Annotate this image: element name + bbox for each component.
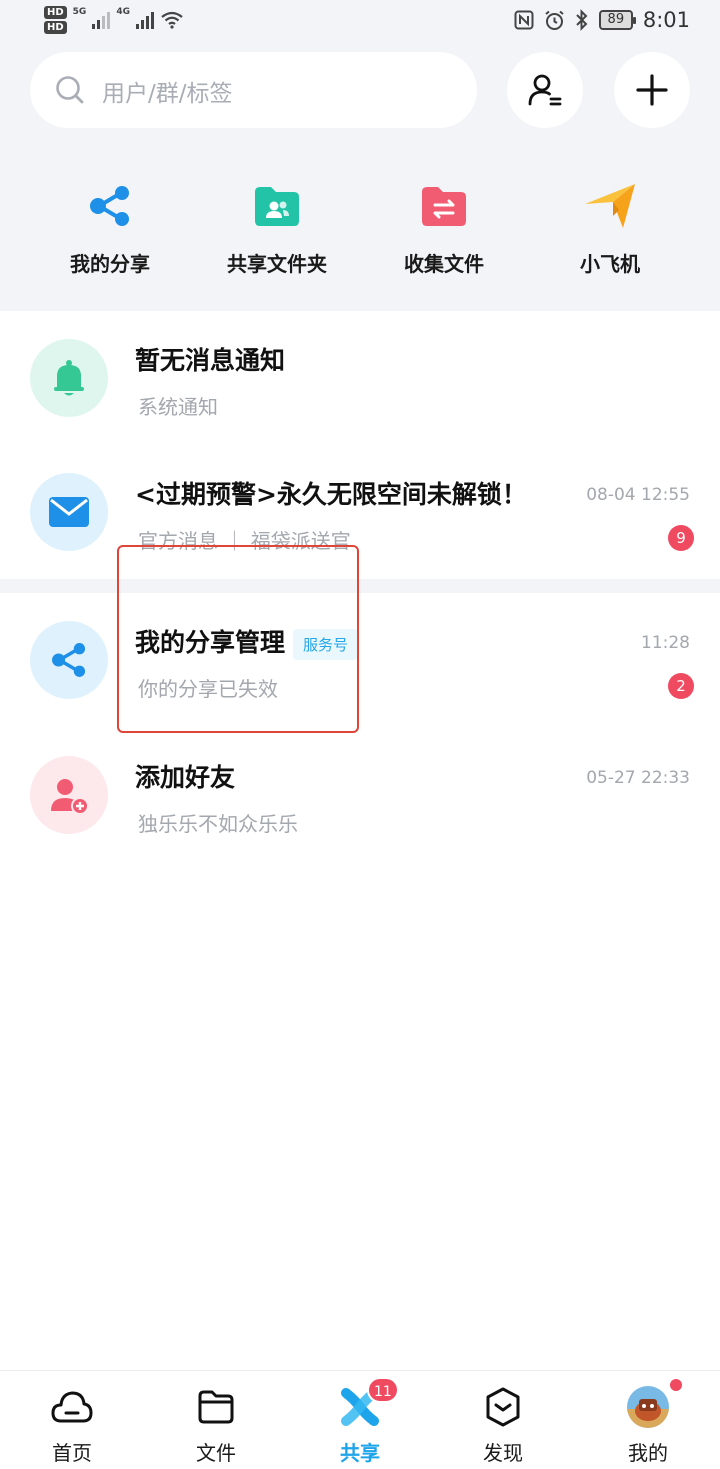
bluetooth-icon [576,9,588,31]
quick-action-paper-plane[interactable]: 小飞机 [525,176,695,277]
quick-action-label: 我的分享 [70,252,150,276]
message-title: <过期预警>永久无限空间未解锁！ [135,480,527,509]
wifi-icon [161,11,183,29]
message-subtitle: 独乐乐不如众乐乐 [138,812,298,836]
bottom-nav: 首页 文件 11 共享 发现 我的 [0,1370,720,1469]
nav-label: 首页 [52,1441,92,1465]
contacts-icon [528,74,562,106]
alarm-icon [545,10,564,30]
nav-label: 文件 [196,1441,236,1465]
message-item-share-management[interactable]: 我的分享管理 服务号 你的分享已失效 11:28 2 [0,621,720,751]
message-time: 08-04 12:55 [586,485,690,505]
nav-item-me[interactable]: 我的 [588,1379,708,1466]
add-friend-icon [51,779,89,815]
network-4g-label: 4G [116,7,130,17]
nav-label: 我的 [628,1441,668,1465]
search-input[interactable]: 用户/群/标签 [30,52,477,128]
quick-action-collect-files[interactable]: 收集文件 [359,176,529,277]
search-icon [56,76,84,104]
nav-badge: 11 [367,1377,399,1403]
cloud-icon [51,1391,93,1423]
collect-folder-icon [422,187,466,226]
avatar [30,473,108,551]
message-subtitle: 系统通知 [138,395,218,419]
network-5g-label: 5G [72,7,87,17]
hd-badge-1: HD [44,6,67,19]
avatar [30,621,108,699]
message-time: 11:28 [641,633,690,653]
search-placeholder: 用户/群/标签 [102,81,233,107]
hd-badge-2: HD [44,21,67,34]
avatar [30,756,108,834]
nav-label: 发现 [483,1441,523,1465]
signal-icon [92,11,111,29]
nav-item-home[interactable]: 首页 [12,1385,132,1466]
notification-dot [670,1379,682,1391]
bell-icon [54,360,84,396]
nfc-icon [514,10,534,30]
nav-item-discover[interactable]: 发现 [443,1385,563,1466]
message-title: 暂无消息通知 [135,346,286,375]
battery-icon: 89 [598,10,636,30]
nav-item-files[interactable]: 文件 [156,1385,276,1466]
contacts-button[interactable] [507,52,583,128]
shared-folder-icon [255,187,299,226]
clock: 8:01 [642,8,690,32]
discover-icon [486,1387,520,1427]
folder-icon [198,1390,234,1424]
nav-label: 共享 [340,1441,380,1465]
section-divider [0,579,720,593]
message-time: 05-27 22:33 [586,768,690,788]
quick-action-shared-folder[interactable]: 共享文件夹 [192,176,362,277]
nav-item-share[interactable]: 11 共享 [300,1377,420,1466]
quick-action-label: 收集文件 [404,252,484,276]
plus-icon [636,74,668,106]
mail-icon [49,497,89,527]
unread-badge: 2 [668,673,694,699]
quick-actions: 我的分享 共享文件夹 收集文件 小飞机 [0,176,720,286]
quick-action-label: 共享文件夹 [227,252,327,276]
profile-avatar [627,1386,669,1428]
status-bar: HD HD 5G 4G 89 8:01 [0,0,720,44]
message-item-system[interactable]: 暂无消息通知 系统通知 [0,339,720,469]
share-icon [90,186,129,226]
unread-badge: 9 [668,525,694,551]
avatar [30,339,108,417]
message-title: 添加好友 [135,763,236,792]
paper-plane-icon [585,184,635,228]
quick-action-my-share[interactable]: 我的分享 [25,176,195,277]
message-item-add-friend[interactable]: 添加好友 独乐乐不如众乐乐 05-27 22:33 [0,756,720,886]
quick-action-label: 小飞机 [580,252,640,276]
signal-icon [135,11,154,29]
highlight-box [117,545,359,733]
add-button[interactable] [614,52,690,128]
share-icon [52,643,86,677]
